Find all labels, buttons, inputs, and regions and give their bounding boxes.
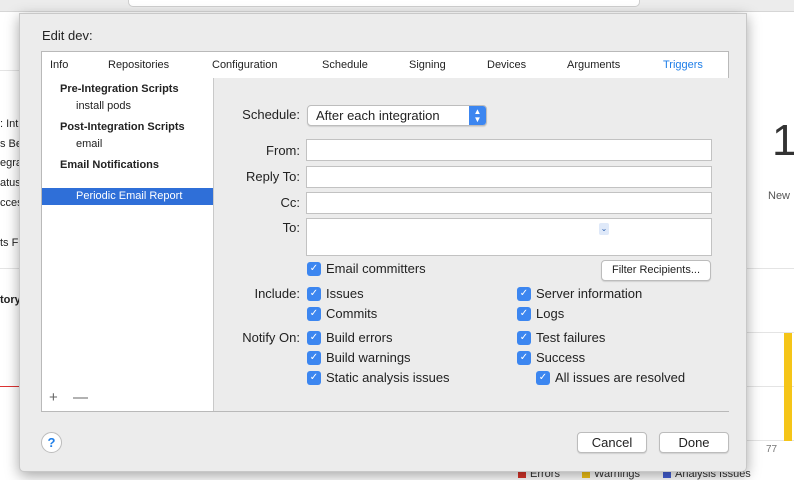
- background-chart-line: [0, 386, 20, 387]
- schedule-popup[interactable]: After each integration ▲ ▼: [307, 105, 487, 126]
- edit-bot-sheet: Edit dev: Info Repositories Configuratio…: [19, 13, 747, 472]
- background-text: : Int: [0, 118, 19, 130]
- tab-configuration[interactable]: Configuration: [212, 59, 277, 71]
- cancel-button[interactable]: Cancel: [577, 432, 647, 453]
- tab-arguments[interactable]: Arguments: [567, 59, 620, 71]
- checkmark-icon: ✓: [517, 330, 531, 345]
- triggers-sidebar: Pre-Integration Scripts install pods Pos…: [42, 78, 214, 411]
- background-text: ts F: [0, 237, 19, 249]
- cc-label: Cc:: [280, 195, 301, 210]
- background-divider: [0, 70, 20, 71]
- background-text: tory: [0, 294, 21, 306]
- chevron-down-icon[interactable]: ⌄: [599, 223, 609, 235]
- sidebar-header-pre-integration: Pre-Integration Scripts: [60, 83, 179, 95]
- background-search-field: [128, 0, 640, 7]
- cc-field[interactable]: [306, 192, 712, 214]
- checkmark-icon: ✓: [307, 350, 321, 365]
- remove-trigger-button[interactable]: —: [73, 389, 88, 406]
- trigger-settings-panel: Schedule: After each integration ▲ ▼ From…: [214, 78, 729, 411]
- include-label: Include:: [254, 286, 300, 301]
- include-issues-checkbox[interactable]: ✓ Issues: [307, 286, 364, 301]
- reply-to-label: Reply To:: [246, 169, 300, 184]
- include-logs-checkbox[interactable]: ✓ Logs: [517, 306, 564, 321]
- reply-to-field[interactable]: [306, 166, 712, 188]
- tab-info[interactable]: Info: [50, 59, 68, 71]
- add-trigger-button[interactable]: +: [49, 389, 58, 406]
- checkbox-label: Test failures: [536, 330, 606, 345]
- checkbox-label: Issues: [326, 286, 364, 301]
- popup-arrows-icon: ▲ ▼: [469, 106, 486, 125]
- tab-devices[interactable]: Devices: [487, 59, 526, 71]
- sheet-title: Edit dev:: [42, 28, 93, 43]
- checkbox-label: Logs: [536, 306, 565, 321]
- checkbox-label: Static analysis issues: [326, 370, 450, 385]
- background-axis-tick: 77: [766, 444, 778, 455]
- tab-triggers[interactable]: Triggers: [663, 59, 703, 71]
- notify-on-label: Notify On:: [242, 330, 300, 345]
- background-chart-bar: [784, 333, 792, 441]
- checkbox-label: Email committers: [326, 261, 426, 276]
- tab-content: Pre-Integration Scripts install pods Pos…: [41, 78, 729, 412]
- tab-repositories[interactable]: Repositories: [108, 59, 169, 71]
- to-label: To:: [282, 220, 300, 235]
- checkmark-icon: ✓: [307, 306, 321, 321]
- checkbox-label: Build errors: [326, 330, 393, 345]
- checkmark-icon: ✓: [536, 370, 550, 385]
- done-button[interactable]: Done: [659, 432, 729, 453]
- sidebar-item-label: Periodic Email Report: [76, 190, 183, 202]
- from-field[interactable]: [306, 139, 712, 161]
- sidebar-item-periodic-email-report[interactable]: Periodic Email Report: [42, 188, 213, 205]
- checkmark-icon: ✓: [517, 286, 531, 301]
- sidebar-item-install-pods[interactable]: install pods: [76, 100, 131, 112]
- email-committers-checkbox[interactable]: ✓ Email committers: [307, 261, 426, 276]
- sidebar-item-email[interactable]: email: [76, 138, 102, 150]
- checkbox-label: All issues are resolved: [555, 370, 686, 385]
- checkmark-icon: ✓: [517, 350, 531, 365]
- notify-static-analysis-checkbox[interactable]: ✓ Static analysis issues: [307, 370, 450, 385]
- notify-success-checkbox[interactable]: ✓ Success: [517, 350, 585, 365]
- notify-test-failures-checkbox[interactable]: ✓ Test failures: [517, 330, 605, 345]
- background-divider: [0, 268, 20, 269]
- from-label: From:: [266, 143, 300, 158]
- tab-schedule[interactable]: Schedule: [322, 59, 368, 71]
- checkbox-label: Build warnings: [326, 350, 411, 365]
- checkbox-label: Server information: [536, 286, 643, 301]
- schedule-label: Schedule:: [242, 107, 300, 122]
- background-text: atus: [0, 177, 21, 189]
- checkbox-label: Success: [536, 350, 586, 365]
- checkmark-icon: ✓: [307, 370, 321, 385]
- tab-signing[interactable]: Signing: [409, 59, 446, 71]
- background-divider: [746, 268, 794, 269]
- include-commits-checkbox[interactable]: ✓ Commits: [307, 306, 377, 321]
- include-server-information-checkbox[interactable]: ✓ Server information: [517, 286, 642, 301]
- checkmark-icon: ✓: [517, 306, 531, 321]
- checkbox-label: Commits: [326, 306, 378, 321]
- checkmark-icon: ✓: [307, 286, 321, 301]
- checkmark-icon: ✓: [307, 261, 321, 276]
- background-stat-number: 1: [772, 116, 794, 165]
- tab-bar: Info Repositories Configuration Schedule…: [41, 51, 729, 79]
- schedule-value: After each integration: [316, 108, 440, 123]
- sidebar-header-post-integration: Post-Integration Scripts: [60, 121, 185, 133]
- notify-build-errors-checkbox[interactable]: ✓ Build errors: [307, 330, 392, 345]
- notify-all-issues-resolved-checkbox[interactable]: ✓ All issues are resolved: [536, 370, 685, 385]
- checkmark-icon: ✓: [307, 330, 321, 345]
- help-button[interactable]: ?: [41, 432, 62, 453]
- filter-recipients-button[interactable]: Filter Recipients...: [601, 260, 711, 281]
- background-stat-label: New: [768, 190, 791, 202]
- to-field[interactable]: ⌄: [306, 218, 712, 256]
- sidebar-header-email-notifications: Email Notifications: [60, 159, 160, 171]
- notify-build-warnings-checkbox[interactable]: ✓ Build warnings: [307, 350, 411, 365]
